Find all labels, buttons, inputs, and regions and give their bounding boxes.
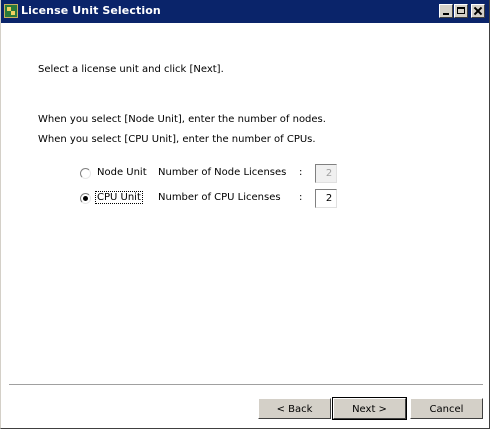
instruction-text: Select a license unit and click [Next]. bbox=[38, 64, 224, 75]
close-icon[interactable] bbox=[471, 4, 485, 18]
back-button[interactable]: < Back bbox=[258, 398, 331, 419]
node-unit-label[interactable]: Node Unit bbox=[97, 167, 147, 178]
radio-selected-dot bbox=[83, 196, 88, 201]
window-title: License Unit Selection bbox=[21, 4, 161, 17]
node-unit-radio[interactable] bbox=[80, 168, 91, 179]
footer-separator bbox=[9, 384, 483, 386]
cpu-unit-note: When you select [CPU Unit], enter the nu… bbox=[38, 134, 316, 145]
node-licenses-input: 2 bbox=[315, 164, 337, 183]
minimize-icon[interactable] bbox=[439, 4, 453, 18]
next-button[interactable]: Next > bbox=[332, 397, 407, 420]
license-unit-dialog: License Unit Selection Select a license … bbox=[0, 0, 490, 429]
node-unit-note: When you select [Node Unit], enter the n… bbox=[38, 114, 326, 125]
cpu-unit-radio[interactable] bbox=[80, 193, 91, 204]
node-licenses-colon: : bbox=[299, 167, 303, 178]
maximize-icon[interactable] bbox=[454, 4, 468, 18]
cpu-licenses-label: Number of CPU Licenses bbox=[158, 192, 281, 203]
app-icon bbox=[4, 4, 18, 18]
title-bar[interactable]: License Unit Selection bbox=[1, 0, 489, 23]
cpu-licenses-input[interactable]: 2 bbox=[315, 189, 337, 208]
cpu-licenses-colon: : bbox=[299, 192, 303, 203]
node-licenses-label: Number of Node Licenses bbox=[158, 167, 287, 178]
cancel-button[interactable]: Cancel bbox=[410, 398, 483, 419]
cpu-unit-label[interactable]: CPU Unit bbox=[95, 191, 143, 204]
